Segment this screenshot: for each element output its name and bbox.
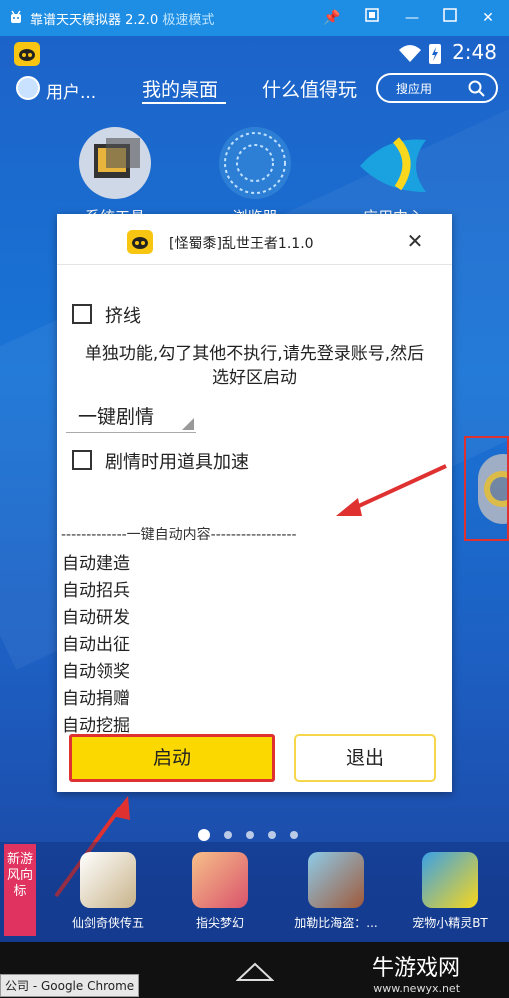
- page-dot[interactable]: [268, 831, 276, 839]
- maximize-icon[interactable]: [438, 6, 462, 30]
- tab-my-desktop[interactable]: 我的桌面: [142, 75, 218, 102]
- dialog-title: [怪蜀黍]乱世王者1.1.0: [169, 236, 314, 252]
- dropdown-triangle-icon: [182, 418, 194, 430]
- highlight-box: [464, 436, 509, 541]
- script-logo-icon: [127, 230, 153, 254]
- site-watermark: 牛游戏网 www.newyx.net: [372, 950, 460, 995]
- mode-select-value: 一键剧情: [78, 406, 155, 428]
- emulator-screen: 2:48 用户... 我的桌面 什么值得玩 搜应用 系统工具 浏览器 应用中心: [0, 36, 509, 998]
- search-icon: [468, 80, 485, 97]
- pirates-icon: [308, 852, 364, 908]
- game-label: 仙剑奇侠传五: [71, 916, 144, 930]
- game-item[interactable]: 指尖梦幻: [170, 852, 270, 931]
- search-placeholder: 搜应用: [396, 82, 433, 96]
- page-dot[interactable]: [290, 831, 298, 839]
- restore-icon[interactable]: [360, 6, 384, 30]
- squeeze-checkbox[interactable]: [72, 304, 92, 324]
- feature-item: 自动挖掘: [62, 716, 130, 736]
- game-item[interactable]: 仙剑奇侠传五: [58, 852, 158, 931]
- note-line-2: 选好区启动: [212, 368, 297, 388]
- feature-item: 自动建造: [62, 554, 130, 574]
- taskbar-chrome-tab[interactable]: 公司 - Google Chrome: [0, 974, 140, 997]
- mode-label: 极速模式: [162, 13, 215, 28]
- clock: 2:48: [452, 40, 497, 64]
- feature-item: 自动招兵: [62, 581, 130, 601]
- watermark-site: www.newyx.net: [373, 982, 461, 995]
- page-dot[interactable]: [246, 831, 254, 839]
- game-item[interactable]: 宠物小精灵BT: [400, 852, 500, 931]
- feature-item: 自动出征: [62, 635, 130, 655]
- new-games-tag: 新游风向标: [4, 844, 36, 936]
- window-title: 靠谱天天模拟器 2.2.0 极速模式: [30, 9, 214, 28]
- user-avatar-icon[interactable]: [16, 76, 40, 100]
- window-titlebar: 靠谱天天模拟器 2.2.0 极速模式 📌 — ✕: [0, 0, 509, 36]
- browser-icon[interactable]: [218, 126, 292, 200]
- note-line-1: 单独功能,勾了其他不执行,请先登录账号,然后: [84, 344, 425, 364]
- game-label: 宠物小精灵BT: [412, 916, 488, 930]
- tab-underline: [142, 102, 226, 104]
- pin-icon[interactable]: 📌: [320, 6, 344, 30]
- close-icon[interactable]: ✕: [476, 6, 500, 30]
- feature-item: 自动领奖: [62, 662, 130, 682]
- game-label: 指尖梦幻: [195, 916, 244, 930]
- watermark-text: 牛游戏网: [372, 956, 461, 981]
- app-center-icon[interactable]: [356, 126, 430, 200]
- feature-item: 自动捐赠: [62, 689, 130, 709]
- game-label: 加勒比海盗：...: [294, 916, 378, 930]
- mode-select[interactable]: 一键剧情: [66, 398, 196, 433]
- pokemon-icon: [422, 852, 478, 908]
- exit-button[interactable]: 退出: [294, 734, 436, 782]
- system-tools-icon[interactable]: [78, 126, 152, 200]
- home-icon[interactable]: [236, 960, 274, 982]
- app-name: 靠谱天天模拟器 2.2.0: [30, 13, 159, 28]
- page-dot[interactable]: [224, 831, 232, 839]
- app-notification-icon: [14, 42, 40, 66]
- tab-worth-playing[interactable]: 什么值得玩: [262, 75, 357, 102]
- android-icon: [11, 10, 21, 23]
- props-speedup-label: 剧情时用道具加速: [105, 452, 249, 473]
- auto-content-separator: -------------一键自动内容-----------------: [61, 527, 297, 543]
- game-item[interactable]: 加勒比海盗：...: [286, 852, 386, 931]
- dialog-close-icon[interactable]: ✕: [403, 229, 427, 253]
- launcher-top-nav: 用户... 我的桌面 什么值得玩 搜应用: [0, 72, 509, 108]
- feature-item: 自动研发: [62, 608, 130, 628]
- status-bar: 2:48: [0, 36, 509, 72]
- game-dock: 新游风向标 仙剑奇侠传五 指尖梦幻 加勒比海盗：... 宠物小精灵BT: [0, 842, 509, 942]
- squeeze-label: 挤线: [105, 306, 141, 327]
- search-input[interactable]: 搜应用: [376, 73, 498, 103]
- dialog-header: [怪蜀黍]乱世王者1.1.0 ✕: [57, 214, 452, 265]
- page-dot[interactable]: [198, 828, 210, 841]
- user-name[interactable]: 用户...: [46, 78, 96, 103]
- props-speedup-checkbox[interactable]: [72, 450, 92, 470]
- zhijian-icon: [192, 852, 248, 908]
- start-button[interactable]: 启动: [69, 734, 275, 782]
- xianjian-icon: [80, 852, 136, 908]
- arrow-annotation-icon: [336, 464, 447, 516]
- wifi-battery-icon: [399, 44, 441, 64]
- page-indicator: [198, 824, 312, 843]
- minimize-icon[interactable]: —: [400, 6, 424, 30]
- function-note: 单独功能,勾了其他不执行,请先登录账号,然后 选好区启动: [57, 342, 452, 390]
